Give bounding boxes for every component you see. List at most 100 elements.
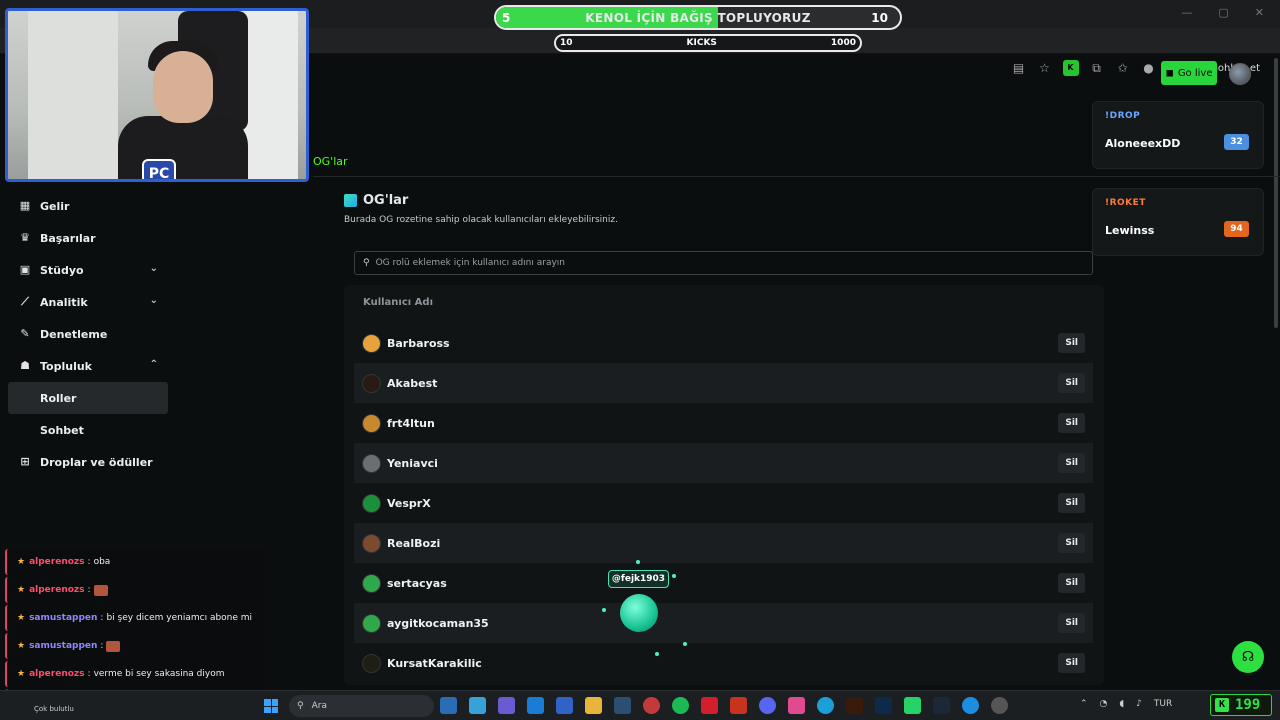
close-icon[interactable]: ✕	[1255, 6, 1264, 19]
help-button[interactable]: ☊	[1232, 641, 1264, 673]
volume-icon[interactable]: ◖	[1119, 699, 1124, 709]
photoshop-icon[interactable]	[875, 697, 892, 714]
user-avatar	[362, 653, 381, 673]
donation-goal-bar: KENOL İÇİN BAĞIŞ TOPLUYORUZ 5 10	[494, 5, 902, 30]
tab-oglar[interactable]: OG'lar	[313, 155, 348, 168]
drop-widget-name: AloneeexDD	[1105, 137, 1181, 150]
delete-button[interactable]: Sil	[1058, 613, 1085, 633]
photos-icon[interactable]	[788, 697, 805, 714]
chat-username[interactable]: samustappen	[29, 641, 97, 651]
network-icon[interactable]: ◔	[1100, 699, 1108, 709]
delete-button[interactable]: Sil	[1058, 453, 1085, 473]
vscode-icon[interactable]	[527, 697, 544, 714]
sidebar-item-sohbet[interactable]: Sohbet	[0, 414, 172, 446]
page-description: Burada OG rozetine sahip olacak kullanıc…	[344, 215, 618, 225]
table-row: Yeniavci Sil	[354, 443, 1093, 483]
sidebar-item-gelir[interactable]: ▦ Gelir	[0, 190, 172, 222]
extensions-icon[interactable]: ⧉	[1089, 60, 1105, 76]
browser-icon[interactable]	[817, 697, 834, 714]
delete-button[interactable]: Sil	[1058, 373, 1085, 393]
spark-dot	[636, 560, 640, 564]
roket-widget-name: Lewinss	[1105, 224, 1155, 237]
bubble-username-tag: @fejk1903	[608, 570, 669, 588]
pc-logo-badge: PC	[142, 159, 176, 179]
teams-icon[interactable]	[498, 697, 515, 714]
netflix-icon[interactable]	[701, 697, 718, 714]
og-users-list: Barbaross Sil Akabest Sil frt4ltun Sil Yeniavc…	[354, 323, 1093, 683]
table-row: sertacyas Sil	[354, 563, 1093, 603]
profile-icon[interactable]: ●	[1141, 60, 1157, 76]
star-badge-icon: ★	[17, 585, 26, 595]
kick-extension-icon[interactable]: K	[1062, 60, 1079, 76]
delete-button[interactable]: Sil	[1058, 533, 1085, 553]
outlook-icon[interactable]	[556, 697, 573, 714]
chevron-down-icon: ⌄	[149, 263, 158, 274]
taskbar-search[interactable]: ⚲ Ara	[289, 695, 434, 717]
delete-button[interactable]: Sil	[1058, 413, 1085, 433]
username: aygitkocaman35	[387, 616, 489, 630]
username: KursatKarakilic	[387, 656, 482, 670]
table-row: frt4ltun Sil	[354, 403, 1093, 443]
folder-icon[interactable]	[585, 697, 602, 714]
go-live-button[interactable]: ◼ Go live	[1161, 61, 1217, 85]
username: RealBozi	[387, 536, 441, 550]
user-avatar	[362, 573, 381, 593]
chat-username[interactable]: alperenozs	[29, 585, 84, 595]
discord-icon[interactable]	[759, 697, 776, 714]
username: Akabest	[387, 376, 438, 390]
spotify-icon[interactable]	[672, 697, 689, 714]
settings-icon[interactable]	[991, 697, 1008, 714]
tab-divider	[313, 176, 1280, 177]
delete-button[interactable]: Sil	[1058, 653, 1085, 673]
delete-button[interactable]: Sil	[1058, 333, 1085, 353]
language-indicator[interactable]: TUR	[1154, 699, 1172, 709]
chat-username[interactable]: alperenozs	[29, 557, 84, 567]
chat-text: oba	[93, 557, 111, 567]
sidebar-item-droplar[interactable]: ⊞ Droplar ve ödüller	[0, 446, 172, 478]
sidebar-item-denetleme[interactable]: ✎ Denetleme	[0, 318, 172, 350]
sidebar-item-roller[interactable]: Roller	[8, 382, 168, 414]
kick-logo-icon: K	[1215, 698, 1229, 712]
mic-icon[interactable]: ♪	[1136, 699, 1142, 709]
illustrator-icon[interactable]	[846, 697, 863, 714]
star-icon[interactable]: ☆	[1037, 60, 1053, 76]
edge-icon[interactable]	[469, 697, 486, 714]
edge-active-icon[interactable]	[962, 697, 979, 714]
maximize-icon[interactable]: ▢	[1218, 6, 1228, 19]
start-menu-icon[interactable]	[264, 699, 278, 713]
steam-icon-2[interactable]	[933, 697, 950, 714]
page-scrollbar[interactable]	[1274, 58, 1278, 328]
x-app-icon[interactable]	[730, 697, 747, 714]
kick-logo-icon: ◼	[1165, 67, 1174, 79]
opera-icon[interactable]	[643, 697, 660, 714]
table-row: Akabest Sil	[354, 363, 1093, 403]
kicks-start: 10	[560, 38, 573, 48]
chat-username[interactable]: samustappen	[29, 613, 97, 623]
user-avatar[interactable]	[1229, 63, 1251, 85]
chat-separator: :	[100, 613, 104, 623]
spark-dot	[655, 652, 659, 656]
delete-button[interactable]: Sil	[1058, 493, 1085, 513]
chat-text: verme bi sey sakasina diyom	[93, 669, 225, 679]
steam-icon[interactable]	[614, 697, 631, 714]
system-tray: ⌃ ◔ ◖ ♪ TUR	[1080, 699, 1172, 709]
roket-widget: !ROKET Lewinss 94	[1092, 188, 1264, 256]
file-explorer-icon[interactable]	[440, 697, 457, 714]
minimize-icon[interactable]: —	[1181, 6, 1192, 19]
chat-message: ★ alperenozs:	[5, 577, 265, 603]
chevron-up-icon: ⌃	[149, 359, 158, 370]
sidebar-item-basarilar[interactable]: ♛ Başarılar	[0, 222, 172, 254]
search-input[interactable]: ⚲ OG rolü eklemek için kullanıcı adını a…	[354, 251, 1093, 275]
reader-icon[interactable]: ▤	[1011, 60, 1027, 76]
chevron-up-icon[interactable]: ⌃	[1080, 699, 1088, 709]
chart-icon: ▦	[19, 199, 31, 212]
favorites-icon[interactable]: ✩	[1115, 60, 1131, 76]
chat-username[interactable]: alperenozs	[29, 669, 84, 679]
sidebar-item-analitik[interactable]: ⟋ Analitik ⌄	[0, 286, 172, 318]
sidebar-item-topluluk[interactable]: ☗ Topluluk ⌃	[0, 350, 172, 382]
username: VesprX	[387, 496, 431, 510]
whatsapp-icon[interactable]	[904, 697, 921, 714]
delete-button[interactable]: Sil	[1058, 573, 1085, 593]
user-avatar	[362, 333, 381, 353]
sidebar-item-studyo[interactable]: ▣ Stüdyo ⌄	[0, 254, 172, 286]
